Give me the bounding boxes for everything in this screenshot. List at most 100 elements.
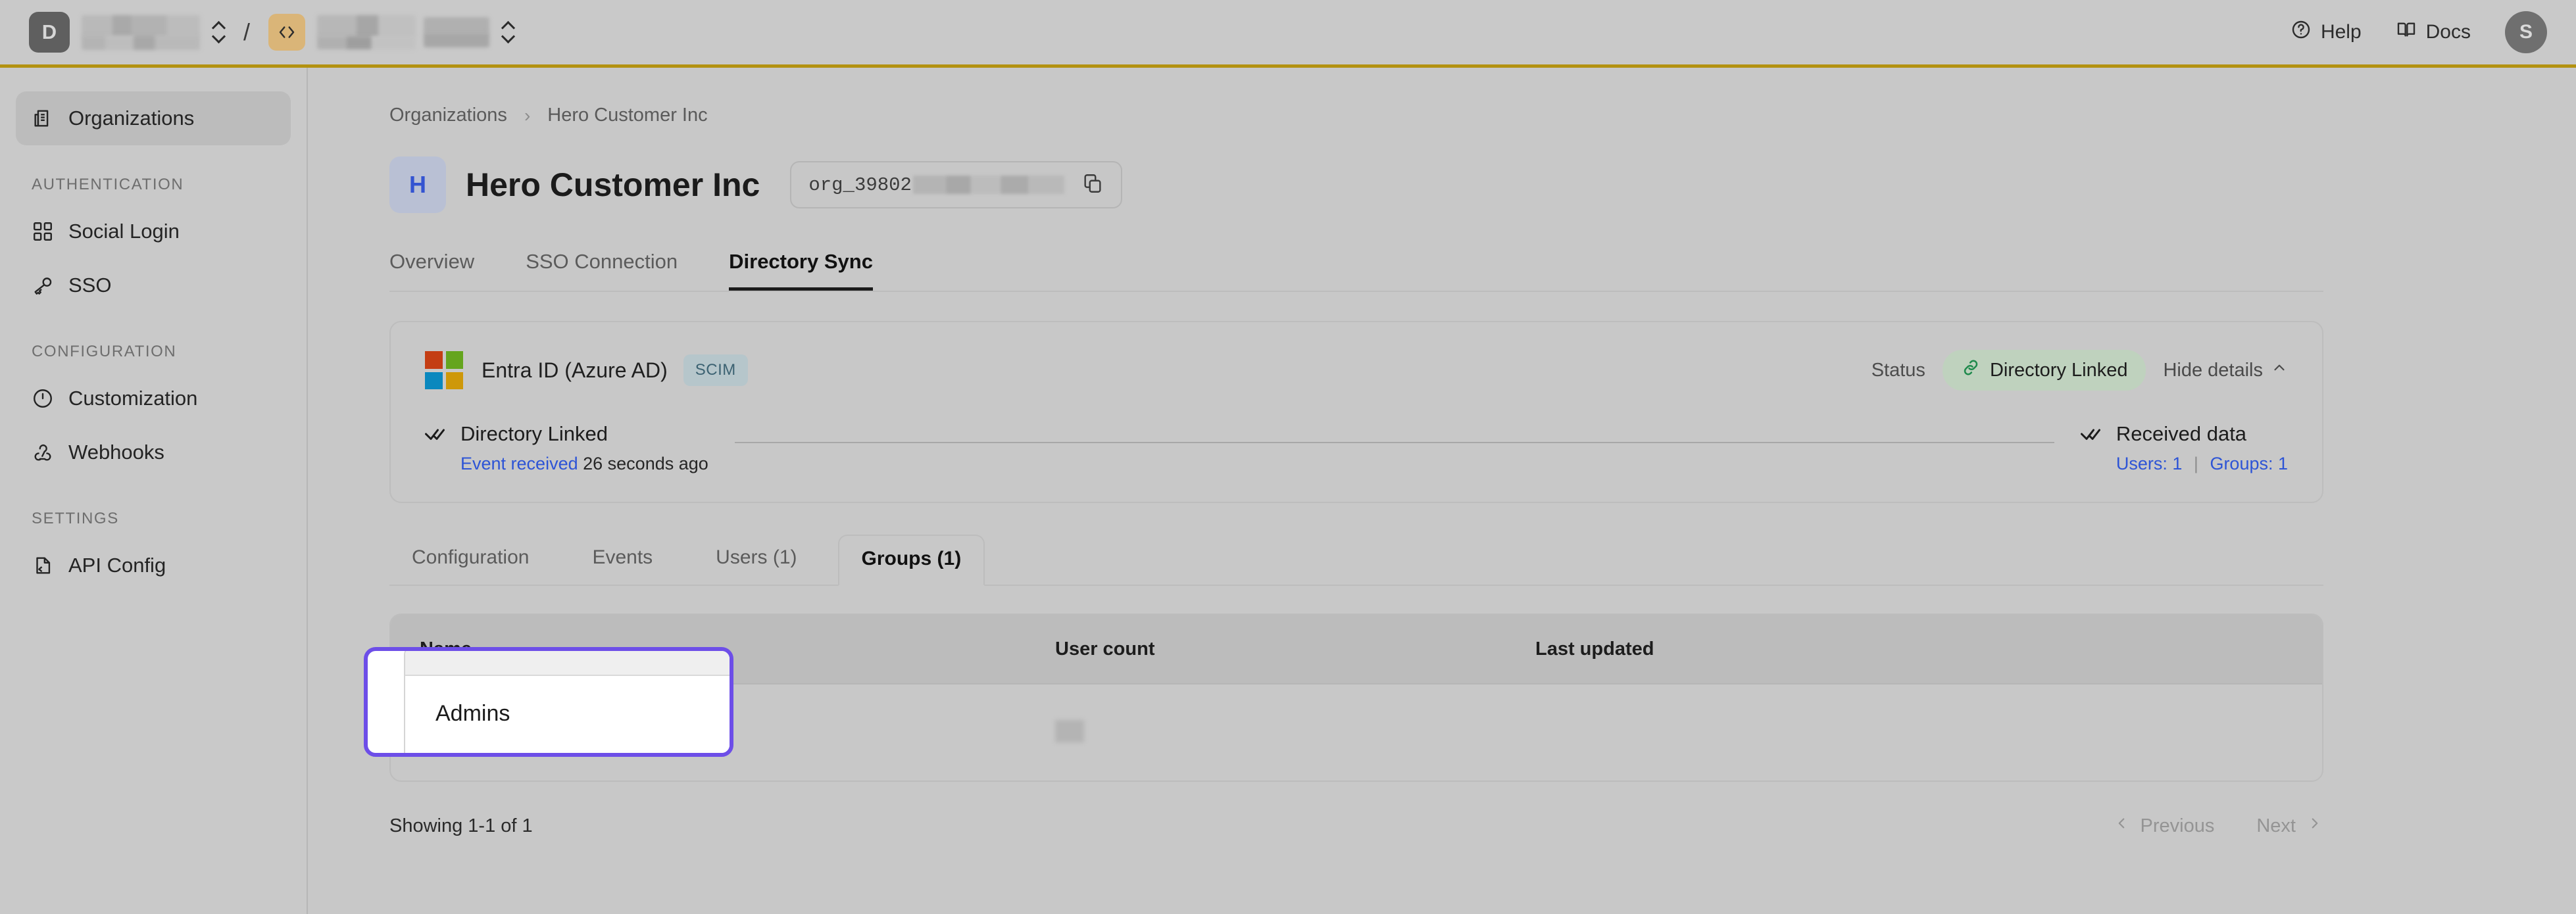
project-name-redacted[interactable]	[317, 15, 416, 49]
help-label: Help	[2320, 21, 2362, 43]
key-icon	[32, 274, 54, 297]
redacted-bar	[317, 36, 416, 49]
step-title: Received data	[2116, 422, 2247, 445]
status-label: Status	[1871, 359, 1925, 381]
breadcrumb-separator-icon: ›	[524, 105, 531, 126]
sidebar-section-settings: SETTINGS	[32, 510, 119, 527]
code-brackets-icon[interactable]	[268, 14, 306, 51]
next-page-button[interactable]: Next	[2256, 815, 2323, 837]
subtab-configuration[interactable]: Configuration	[389, 535, 551, 585]
redacted-bar	[317, 15, 416, 37]
redacted-bar	[1055, 719, 1084, 742]
top-bar-left: D /	[0, 12, 514, 53]
api-file-icon	[32, 554, 54, 577]
status-badge-label: Directory Linked	[1989, 359, 2128, 381]
tab-overview[interactable]: Overview	[389, 250, 474, 291]
double-check-icon	[2080, 422, 2104, 449]
org-header: H Hero Customer Inc org_39802	[389, 156, 2576, 213]
main-content: Organizations › Hero Customer Inc H Hero…	[308, 68, 2576, 914]
org-id-field[interactable]: org_39802	[790, 161, 1122, 208]
org-tabs: Overview SSO Connection Directory Sync	[389, 250, 2323, 292]
redacted-bar	[912, 176, 1064, 194]
book-icon	[2396, 19, 2417, 45]
directory-status-group: Status Directory Linked Hide details	[1871, 350, 2288, 391]
tab-directory-sync[interactable]: Directory Sync	[729, 250, 873, 291]
event-timestamp: 26 seconds ago	[583, 454, 708, 473]
subtab-users[interactable]: Users (1)	[693, 535, 819, 585]
event-received-link[interactable]: Event received	[460, 454, 578, 473]
hide-details-label: Hide details	[2163, 359, 2263, 381]
sidebar-item-sso[interactable]: SSO	[16, 258, 291, 312]
directory-subtabs: Configuration Events Users (1) Groups (1…	[389, 535, 2323, 586]
copy-icon[interactable]	[1081, 172, 1104, 198]
step-body: Directory Linked Event received 26 secon…	[460, 422, 708, 474]
magnified-group-name: Admins	[435, 701, 510, 726]
breadcrumb-slash: /	[243, 18, 251, 45]
redacted-bar	[424, 17, 490, 34]
step-directory-linked: Directory Linked Event received 26 secon…	[425, 422, 708, 474]
workspace-name-redacted[interactable]	[82, 14, 200, 50]
cell-user-count	[1055, 719, 1535, 746]
directory-progress-steps: Directory Linked Event received 26 secon…	[425, 422, 2288, 474]
double-check-icon	[425, 422, 449, 449]
redacted-bar	[82, 14, 200, 37]
page-title: Hero Customer Inc	[466, 166, 760, 203]
directory-card-header: Entra ID (Azure AD) SCIM Status Director…	[425, 350, 2288, 391]
chevron-up-icon	[2271, 359, 2288, 381]
protocol-badge: SCIM	[683, 354, 748, 386]
user-avatar[interactable]: S	[2505, 11, 2547, 53]
sidebar-section-configuration: CONFIGURATION	[32, 343, 177, 360]
question-circle-icon	[2291, 19, 2312, 45]
previous-page-button[interactable]: Previous	[2113, 815, 2215, 837]
docs-button[interactable]: Docs	[2396, 19, 2471, 45]
sidebar: Organizations AUTHENTICATION Social Logi…	[0, 68, 308, 914]
sidebar-item-label: Customization	[68, 387, 198, 410]
redacted-bar	[82, 35, 200, 50]
step-body: Received data Users: 1 | Groups: 1	[2116, 422, 2288, 474]
step-subtitle: Users: 1 | Groups: 1	[2116, 454, 2288, 474]
hide-details-button[interactable]: Hide details	[2163, 359, 2288, 381]
sidebar-item-label: Organizations	[68, 107, 195, 130]
subtab-events[interactable]: Events	[570, 535, 675, 585]
sidebar-item-api-config[interactable]: API Config	[16, 539, 291, 592]
users-count-link[interactable]: Users: 1	[2116, 454, 2183, 473]
sidebar-item-organizations[interactable]: Organizations	[16, 91, 291, 145]
help-button[interactable]: Help	[2291, 19, 2362, 45]
docs-label: Docs	[2425, 21, 2471, 43]
workspace-selector-chevron-icon[interactable]	[212, 19, 225, 45]
organizations-icon	[32, 107, 54, 130]
top-bar-right: Help Docs S	[2291, 11, 2576, 53]
project-selector-chevron-icon[interactable]	[501, 19, 514, 45]
groups-count-link[interactable]: Groups: 1	[2210, 454, 2288, 473]
previous-label: Previous	[2140, 815, 2215, 836]
top-bar: D / Help Docs S	[0, 0, 2576, 68]
showing-range: Showing 1-1 of 1	[389, 815, 533, 836]
grid-icon	[32, 220, 54, 243]
sidebar-item-social-login[interactable]: Social Login	[16, 204, 291, 258]
chevron-right-icon	[2306, 815, 2323, 837]
step-subtitle: Event received 26 seconds ago	[460, 454, 708, 474]
column-header-user-count: User count	[1055, 638, 1155, 660]
next-label: Next	[2256, 815, 2296, 836]
sidebar-item-label: Webhooks	[68, 441, 164, 464]
chevron-left-icon	[2113, 815, 2130, 837]
workspace-avatar[interactable]: D	[29, 12, 70, 53]
pagination: Showing 1-1 of 1 Previous Next	[389, 815, 2323, 837]
project-env-redacted[interactable]	[424, 17, 490, 47]
sidebar-item-customization[interactable]: Customization	[16, 372, 291, 425]
palette-icon	[32, 387, 54, 410]
webhook-icon	[32, 441, 54, 464]
breadcrumb-root[interactable]: Organizations	[389, 105, 507, 126]
magnifier-content: Admins	[404, 651, 730, 753]
step-title: Directory Linked	[460, 422, 608, 445]
step-connector	[734, 442, 2054, 443]
tab-sso-connection[interactable]: SSO Connection	[526, 250, 678, 291]
step-received-data: Received data Users: 1 | Groups: 1	[2080, 422, 2288, 474]
breadcrumb-current: Hero Customer Inc	[547, 105, 708, 126]
redacted-bar	[424, 33, 490, 47]
org-id-value: org_39802	[808, 174, 1064, 196]
sidebar-item-webhooks[interactable]: Webhooks	[16, 425, 291, 479]
breadcrumb: Organizations › Hero Customer Inc	[389, 105, 2576, 126]
subtab-groups[interactable]: Groups (1)	[837, 535, 985, 586]
pagination-buttons: Previous Next	[2113, 815, 2323, 837]
